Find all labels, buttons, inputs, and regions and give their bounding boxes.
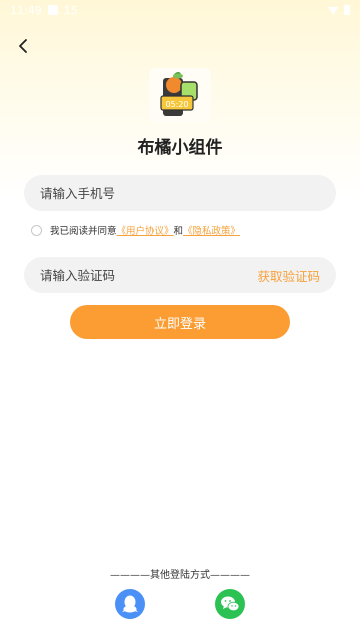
app-title: 布橘小组件 <box>137 138 223 158</box>
qq-login-button[interactable] <box>115 589 145 619</box>
login-button[interactable]: 立即登录 <box>70 305 290 339</box>
agreement-prefix: 我已阅读并同意 <box>50 226 117 237</box>
agreement-and: 和 <box>173 226 184 237</box>
wechat-icon <box>221 596 240 612</box>
status-notification-count: 15 <box>63 3 78 17</box>
chevron-left-icon <box>19 39 27 53</box>
wechat-login-button[interactable] <box>215 589 245 619</box>
status-right <box>328 5 350 15</box>
battery-icon <box>344 5 350 15</box>
code-field[interactable]: 获取验证码 <box>24 257 336 293</box>
status-time: 11:49 <box>10 3 42 17</box>
back-button[interactable] <box>12 34 36 58</box>
status-bar: 11:49 15 <box>0 0 360 20</box>
verification-code-input[interactable] <box>40 267 240 283</box>
notification-icon <box>47 5 58 15</box>
qq-icon <box>122 595 138 613</box>
agreement-row: 我已阅读并同意 《用户协议》 和 《隐私政策》 <box>31 223 240 237</box>
app-logo: 05:20 <box>149 68 211 122</box>
wifi-icon <box>328 7 338 15</box>
privacy-policy-link[interactable]: 《隐私政策》 <box>183 223 240 237</box>
other-login-title: ————其他登陆方式———— <box>110 570 250 581</box>
get-code-button[interactable]: 获取验证码 <box>257 266 320 285</box>
status-left: 11:49 15 <box>10 4 78 17</box>
logo-clock-text: 05:20 <box>165 100 188 109</box>
agreement-checkbox[interactable] <box>31 224 42 236</box>
phone-field[interactable] <box>24 175 336 211</box>
user-agreement-link[interactable]: 《用户协议》 <box>117 223 174 237</box>
phone-input[interactable] <box>40 185 320 201</box>
app-logo-icon: 05:20 <box>160 72 198 116</box>
